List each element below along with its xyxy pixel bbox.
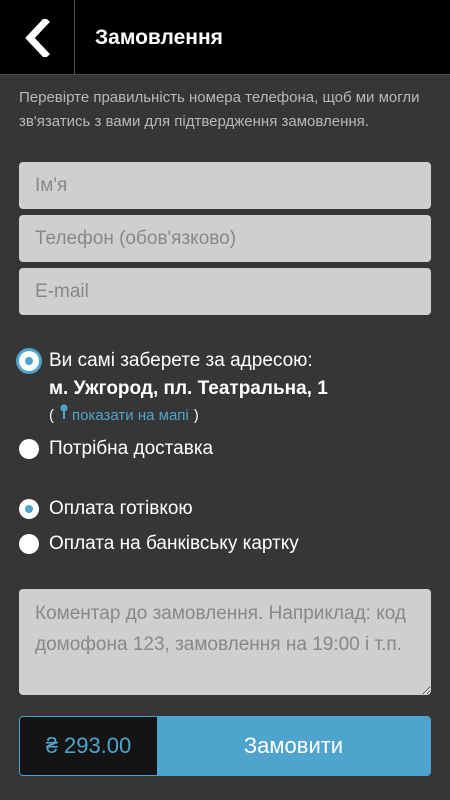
- card-payment-label[interactable]: Оплата на банківську картку: [49, 531, 299, 557]
- map-pin-icon: [60, 404, 68, 427]
- map-link-line: ( показати на мапі ): [49, 404, 199, 427]
- pickup-address: м. Ужгород, пл. Театральна, 1: [49, 378, 328, 399]
- show-on-map-link[interactable]: показати на мапі: [72, 405, 189, 427]
- delivery-radio[interactable]: [19, 439, 39, 459]
- pickup-radio[interactable]: [19, 351, 39, 371]
- map-open-paren: (: [49, 406, 54, 424]
- total-amount: 293.00: [63, 733, 132, 758]
- cash-payment-radio[interactable]: [19, 499, 39, 519]
- currency-symbol: ₴: [45, 733, 58, 758]
- delivery-label[interactable]: Потрібна доставка: [49, 436, 213, 462]
- phone-field[interactable]: [19, 215, 431, 262]
- card-payment-radio[interactable]: [19, 534, 39, 554]
- phone-notice: Перевірте правильність номера телефона, …: [19, 89, 420, 130]
- back-button[interactable]: [0, 0, 75, 75]
- page-title: Замовлення: [95, 26, 223, 49]
- cash-payment-label[interactable]: Оплата готівкою: [49, 496, 193, 522]
- chevron-left-icon: [25, 18, 50, 57]
- top-bar: Замовлення: [0, 0, 450, 75]
- pickup-label[interactable]: Ви самі заберете за адресою:: [49, 348, 313, 374]
- place-order-button[interactable]: Замовити: [157, 717, 430, 775]
- order-comment-field[interactable]: [19, 589, 431, 695]
- name-field[interactable]: [19, 162, 431, 209]
- email-field[interactable]: [19, 268, 431, 315]
- order-bar: ₴ 293.00 Замовити: [19, 716, 431, 776]
- order-total: ₴ 293.00: [20, 717, 157, 775]
- map-close-paren: ): [193, 406, 199, 424]
